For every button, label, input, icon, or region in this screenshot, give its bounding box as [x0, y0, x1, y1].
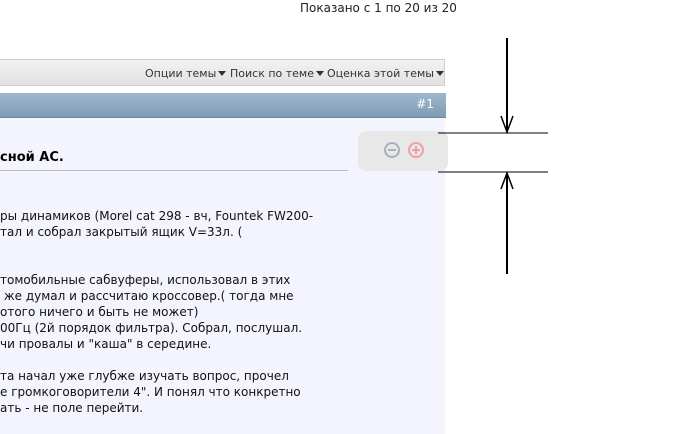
post-header-bar: #1 [0, 93, 446, 118]
thread-options-menu[interactable]: Опции темы [145, 67, 227, 80]
zoom-in-icon[interactable] [408, 142, 424, 158]
post-text-line: же думал и рассчитаю кроссовер.( тогда м… [0, 289, 294, 303]
thread-options-label: Опции темы [145, 67, 217, 80]
post-text-line: ать - не поле перейти. [0, 401, 144, 415]
dropdown-arrow-icon [316, 71, 324, 76]
thread-rating-menu[interactable]: Оценка этой темы [327, 67, 444, 80]
post-text-line: чи провалы и "каша" в середине. [0, 337, 212, 351]
post-text-line: томобильные сабвуферы, использовал в эти… [0, 273, 291, 287]
post-text-line: та начал уже глубже изучать вопрос, проч… [0, 369, 289, 383]
post-text-line: е громкоговорители 4". И понял что конкр… [0, 385, 301, 399]
annotation-arrows [438, 38, 548, 274]
post-text-line: тал и собрал закрытый ящик V=33л. ( [0, 225, 243, 239]
post-text-line [0, 256, 440, 272]
post-title: сной АС. [0, 150, 348, 171]
thread-search-label: Поиск по теме [230, 67, 314, 80]
thread-search-menu[interactable]: Поиск по теме [230, 67, 324, 80]
thread-rating-label: Оценка этой темы [327, 67, 434, 80]
post-text-line [0, 352, 440, 368]
dropdown-arrow-icon [218, 71, 227, 76]
zoom-out-icon[interactable] [384, 142, 400, 158]
post-text-line: отого ничего и быть не может) [0, 305, 199, 319]
post-text-line: ры динамиков (Morel cat 298 - вч, Founte… [0, 209, 314, 223]
thread-toolbar: Опции темы Поиск по теме Оценка этой тем… [0, 59, 445, 86]
pager-info: Показано с 1 по 20 из 20 [300, 1, 457, 15]
post-text-line [0, 240, 440, 256]
post-text: ры динамиков (Morel cat 298 - вч, Founte… [0, 208, 440, 416]
post-text-line: 00Гц (2й порядок фильтра). Собрал, послу… [0, 321, 303, 335]
